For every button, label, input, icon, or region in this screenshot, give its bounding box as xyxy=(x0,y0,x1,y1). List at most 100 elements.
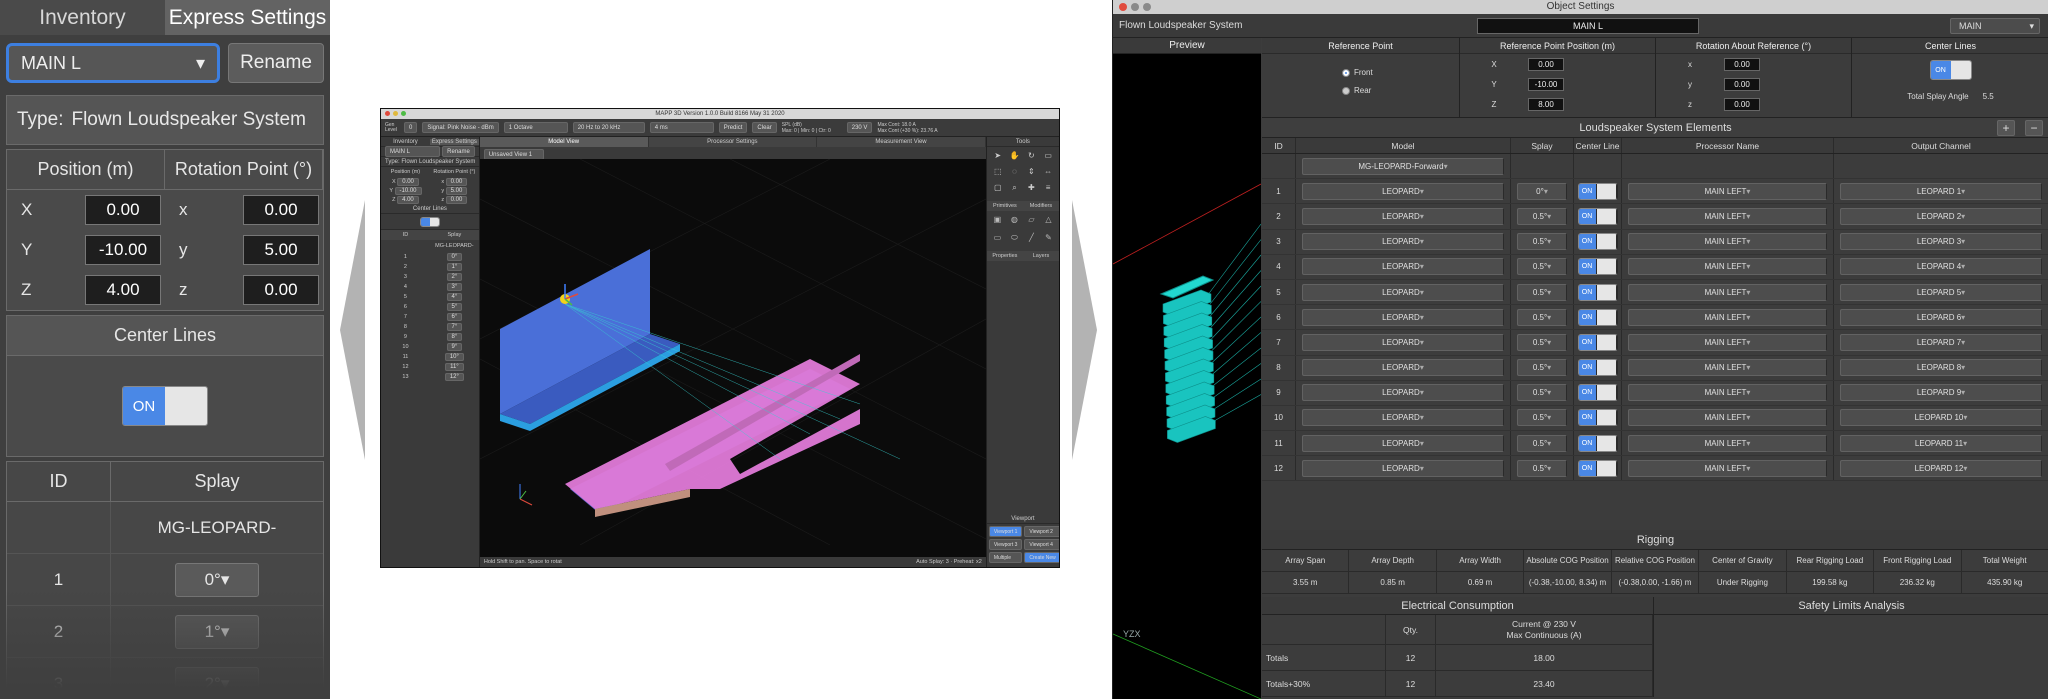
splay-dropdown[interactable]: 7° xyxy=(446,323,463,331)
processor-dropdown[interactable]: MAIN LEFT ▾ xyxy=(1628,308,1827,326)
system-name-dropdown[interactable]: MAIN L xyxy=(385,146,440,157)
multiple-button[interactable]: Multiple xyxy=(988,552,1023,563)
add-icon[interactable]: ✚ xyxy=(1024,183,1038,197)
voltage-dropdown[interactable]: 230 V xyxy=(846,122,873,133)
splay-dropdown[interactable]: 0° ▾ xyxy=(1517,182,1567,200)
plane-icon[interactable]: ▱ xyxy=(1025,215,1038,229)
predict-button[interactable]: Predict xyxy=(718,122,748,133)
splay-dropdown[interactable]: 3° xyxy=(446,283,463,291)
tab-processor-settings[interactable]: Processor Settings xyxy=(649,137,818,147)
ref-y-input[interactable]: -10.00 xyxy=(1528,77,1564,91)
add-element-button[interactable]: + xyxy=(1997,120,2015,136)
center-line-toggle[interactable]: ON xyxy=(1577,207,1618,225)
rename-button[interactable]: Rename xyxy=(442,146,475,157)
cylinder-icon[interactable]: ◍ xyxy=(1008,215,1021,229)
select-icon[interactable]: ⬚ xyxy=(991,167,1005,180)
model-dropdown[interactable]: LEOPARD ▾ xyxy=(1302,308,1504,326)
minimize-icon[interactable] xyxy=(393,111,398,116)
splay-dropdown[interactable]: 2° xyxy=(446,273,463,281)
model-dropdown[interactable]: LEOPARD ▾ xyxy=(1302,459,1504,477)
tab-express-settings[interactable]: Express Settings xyxy=(429,138,479,145)
output-dropdown[interactable]: LEOPARD 1 ▾ xyxy=(1840,182,2042,200)
tab-inventory[interactable]: Inventory xyxy=(381,139,430,145)
processor-dropdown[interactable]: MAIN LEFT ▾ xyxy=(1628,233,1827,251)
pos-y-input[interactable]: -10.00 xyxy=(85,235,161,265)
tab-layers[interactable]: Layers xyxy=(1023,253,1059,259)
gen-level-input[interactable]: 0 xyxy=(404,122,418,133)
splay-dropdown[interactable]: 9° xyxy=(446,343,463,351)
tab-express-settings[interactable]: Express Settings xyxy=(165,0,330,35)
maximize-icon[interactable] xyxy=(1143,3,1151,11)
splay-dropdown[interactable]: 0.5° ▾ xyxy=(1517,333,1567,351)
splay-dropdown[interactable]: 1° xyxy=(446,263,463,271)
center-line-toggle[interactable]: ON xyxy=(1577,384,1618,402)
model-dropdown[interactable]: LEOPARD ▾ xyxy=(1302,207,1504,225)
splay-dropdown[interactable]: 5° xyxy=(446,303,463,311)
close-icon[interactable] xyxy=(1119,3,1127,11)
center-lines-toggle[interactable]: ON xyxy=(1929,60,1972,80)
center-lines-toggle[interactable]: ON xyxy=(122,386,208,426)
rot-x-input[interactable]: 0.00 xyxy=(1724,57,1760,71)
center-line-toggle[interactable]: ON xyxy=(1577,333,1618,351)
ref-rear-radio[interactable]: Rear xyxy=(1342,82,1459,100)
pos-z-input[interactable]: 4.00 xyxy=(85,275,161,305)
splay-dropdown[interactable]: 10° xyxy=(444,353,464,361)
model-dropdown[interactable]: LEOPARD ▾ xyxy=(1302,333,1504,351)
center-line-toggle[interactable]: ON xyxy=(1577,233,1618,251)
splay-dropdown[interactable]: 0.5° ▾ xyxy=(1517,384,1567,402)
output-dropdown[interactable]: LEOPARD 2 ▾ xyxy=(1840,207,2042,225)
processor-dropdown[interactable]: MAIN LEFT ▾ xyxy=(1628,258,1827,276)
ruler-icon[interactable]: ▭ xyxy=(1041,151,1055,164)
output-dropdown[interactable]: LEOPARD 6 ▾ xyxy=(1840,308,2042,326)
create-new-button[interactable]: Create New xyxy=(1024,552,1059,563)
model-dropdown[interactable]: LEOPARD ▾ xyxy=(1302,233,1504,251)
processor-dropdown[interactable]: MAIN LEFT ▾ xyxy=(1628,359,1827,377)
system-name-dropdown[interactable]: MAIN L ▾ xyxy=(6,43,220,83)
splay-dropdown[interactable]: 0.5° ▾ xyxy=(1517,434,1567,452)
rect-icon[interactable]: ▭ xyxy=(991,233,1004,248)
rename-button[interactable]: Rename xyxy=(228,43,324,83)
processor-dropdown[interactable]: MAIN LEFT ▾ xyxy=(1628,283,1827,301)
viewport-2-button[interactable]: Viewport 2 xyxy=(1024,526,1059,537)
lasso-icon[interactable]: ◌ xyxy=(1008,167,1022,180)
cube-icon[interactable]: ▣ xyxy=(991,215,1004,229)
clear-button[interactable]: Clear xyxy=(752,122,777,133)
group-dropdown[interactable]: MAIN xyxy=(1950,18,2040,34)
processor-dropdown[interactable]: MAIN LEFT ▾ xyxy=(1628,207,1827,225)
center-line-toggle[interactable]: ON xyxy=(1577,308,1618,326)
tab-measurement-view[interactable]: Measurement View xyxy=(817,137,986,147)
model-dropdown[interactable]: LEOPARD ▾ xyxy=(1302,434,1504,452)
rot-y-input[interactable]: 5.00 xyxy=(243,235,319,265)
pen-icon[interactable]: ✎ xyxy=(1042,233,1055,248)
ref-front-radio[interactable]: Front xyxy=(1342,64,1459,82)
zoom-icon[interactable]: ⌕ xyxy=(1008,183,1022,197)
output-dropdown[interactable]: LEOPARD 8 ▾ xyxy=(1840,359,2042,377)
processor-dropdown[interactable]: MAIN LEFT ▾ xyxy=(1628,409,1827,427)
remove-element-button[interactable]: − xyxy=(2025,120,2043,136)
rot-z-input[interactable]: 0.00 xyxy=(1724,97,1760,111)
cone-icon[interactable]: △ xyxy=(1042,215,1055,229)
hand-icon[interactable]: ✋ xyxy=(1008,151,1022,164)
output-dropdown[interactable]: LEOPARD 9 ▾ xyxy=(1840,384,2042,402)
output-dropdown[interactable]: LEOPARD 11 ▾ xyxy=(1840,434,2042,452)
center-line-toggle[interactable]: ON xyxy=(1577,359,1618,377)
viewport-1-button[interactable]: Viewport 1 xyxy=(988,526,1023,537)
rigging-frame-dropdown[interactable]: MG-LEOPARD-Forward ▾ xyxy=(1302,157,1504,175)
splay-dropdown[interactable]: 0.5° ▾ xyxy=(1517,207,1567,225)
output-dropdown[interactable]: LEOPARD 10 ▾ xyxy=(1840,409,2042,427)
tab-model-view[interactable]: Model View xyxy=(479,137,649,147)
center-line-toggle[interactable]: ON xyxy=(1577,182,1618,200)
model-dropdown[interactable]: LEOPARD ▾ xyxy=(1302,384,1504,402)
tab-modifiers[interactable]: Modifiers xyxy=(1023,203,1059,209)
rot-y-input[interactable]: 5.00 xyxy=(445,186,468,195)
splay-dropdown[interactable]: 0.5° ▾ xyxy=(1517,308,1567,326)
processor-dropdown[interactable]: MAIN LEFT ▾ xyxy=(1628,434,1827,452)
signal-dropdown[interactable]: Signal: Pink Noise - dBm xyxy=(422,122,499,133)
tab-primitives[interactable]: Primitives xyxy=(987,203,1023,209)
tab-inventory[interactable]: Inventory xyxy=(0,0,165,35)
splay-dropdown[interactable]: 0.5° ▾ xyxy=(1517,459,1567,477)
line-icon[interactable]: ╱ xyxy=(1025,233,1038,248)
viewport-3-button[interactable]: Viewport 3 xyxy=(988,539,1023,550)
scale-icon[interactable]: ⇔ xyxy=(1041,167,1055,180)
pos-z-input[interactable]: 4.00 xyxy=(397,195,419,204)
